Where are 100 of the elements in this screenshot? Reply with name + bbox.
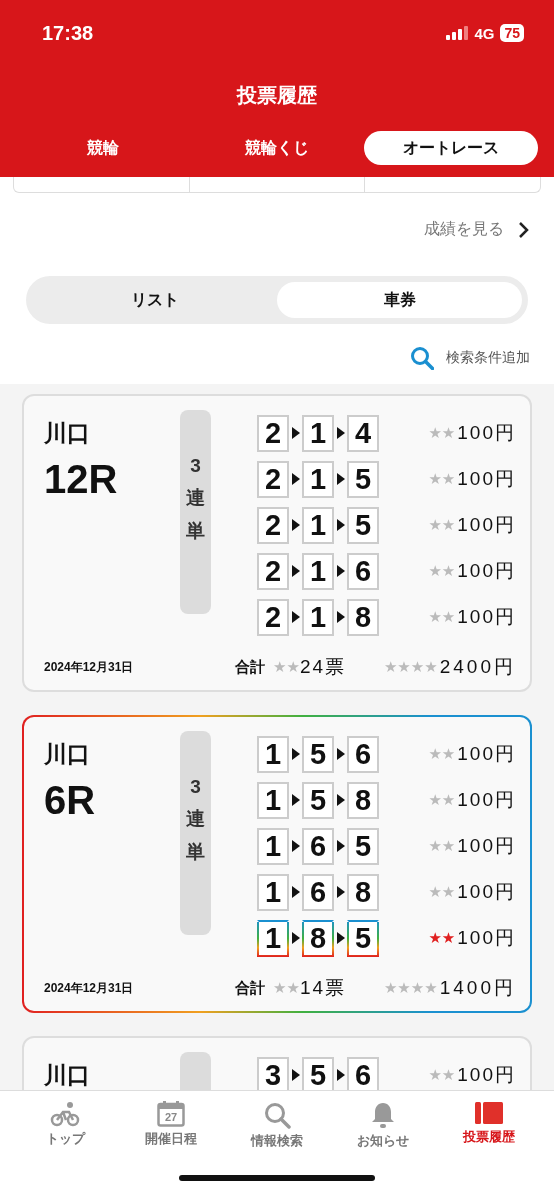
race-date: 2024年12月31日 (44, 979, 135, 997)
masked-stars: ★★ (428, 516, 456, 534)
number-box: 1 (302, 460, 334, 498)
toggle-option[interactable]: リスト (32, 282, 277, 318)
search-filter-link[interactable]: 検索条件追加 (446, 349, 530, 367)
arrow-icon (334, 472, 347, 486)
number-box: 5 (347, 827, 379, 865)
nav-tab[interactable]: 情報検索 (224, 1101, 330, 1150)
arrow-icon (334, 518, 347, 532)
arrow-icon (334, 931, 347, 945)
network-label: 4G (474, 24, 495, 42)
number-box: 5 (347, 919, 379, 957)
number-box: 1 (257, 735, 289, 773)
nav-tab[interactable]: お知らせ (330, 1101, 436, 1150)
number-box: 2 (257, 460, 289, 498)
number-box: 1 (257, 827, 289, 865)
arrow-icon (289, 885, 302, 899)
number-box: 8 (347, 873, 379, 911)
ticket-icon (475, 1101, 503, 1125)
masked-stars: ★★ (428, 608, 456, 626)
bet-amount: 100円 (457, 880, 516, 904)
ticket-card[interactable]: 川口 6R 3連単 1 5 6 ★★100円 1 5 8 ★★100円 1 6 5 ★★100円 1 6 8 ★★100円 1 8 5 ★★100円 2024年12月31日 合計 ★★14票 ★★★★1400円 (22, 715, 532, 1013)
nav-label: 投票履歴 (463, 1128, 515, 1146)
number-box: 1 (257, 781, 289, 819)
chevron-right-icon (518, 220, 530, 239)
arrow-icon (289, 472, 302, 486)
number-box: 4 (347, 414, 379, 452)
venue-name: 川口 (44, 1061, 91, 1090)
calendar-icon: 27 (157, 1101, 185, 1127)
search-icon (263, 1101, 291, 1129)
results-link[interactable]: 成績を見る (424, 219, 504, 240)
number-box: 6 (302, 873, 334, 911)
ticket-card[interactable]: 川口 3 5 6 ★★100円 (22, 1036, 532, 1090)
masked-stars: ★★ (273, 979, 300, 997)
bet-type-badge: 3連単 (180, 731, 211, 935)
bell-icon (370, 1101, 396, 1129)
arrow-icon (334, 426, 347, 440)
bet-amount: 100円 (457, 926, 516, 950)
arrow-icon (289, 1068, 302, 1082)
masked-stars: ★★★★ (383, 979, 438, 997)
masked-stars: ★★ (428, 929, 456, 947)
masked-stars: ★★ (428, 883, 456, 901)
arrow-icon (289, 564, 302, 578)
number-box: 5 (347, 506, 379, 544)
category-tab[interactable]: オートレース (364, 131, 538, 165)
category-tab[interactable]: 競輪くじ (190, 131, 364, 165)
arrow-icon (289, 747, 302, 761)
arrow-icon (334, 1068, 347, 1082)
arrow-icon (289, 931, 302, 945)
bet-amount: 100円 (457, 467, 516, 491)
number-box: 1 (302, 414, 334, 452)
toggle-option[interactable]: 車券 (277, 282, 522, 318)
status-time: 17:38 (42, 21, 95, 45)
arrow-icon (289, 839, 302, 853)
number-box: 2 (257, 414, 289, 452)
number-box: 2 (257, 506, 289, 544)
search-icon (410, 346, 434, 370)
bet-amount: 100円 (457, 513, 516, 537)
nav-tab[interactable]: トップ (12, 1101, 118, 1150)
signal-icon (446, 26, 469, 40)
page-title: 投票履歴 (235, 83, 318, 108)
number-box: 6 (347, 552, 379, 590)
number-box: 8 (302, 919, 334, 957)
number-box: 3 (257, 1056, 289, 1090)
bet-type-badge: 3連単 (180, 410, 211, 614)
number-box: 1 (257, 919, 289, 957)
bet-amount: 100円 (457, 605, 516, 629)
race-number: 12R (44, 457, 119, 502)
arrow-icon (334, 885, 347, 899)
number-box: 5 (302, 735, 334, 773)
nav-label: 開催日程 (145, 1130, 197, 1148)
number-box: 2 (257, 598, 289, 636)
arrow-icon (334, 839, 347, 853)
bet-amount: 100円 (457, 788, 516, 812)
masked-stars: ★★ (428, 837, 456, 855)
race-number: 6R (44, 778, 97, 823)
bet-amount: 100円 (457, 559, 516, 583)
battery-icon: 75 (500, 24, 524, 42)
arrow-icon (334, 564, 347, 578)
masked-stars: ★★ (428, 424, 456, 442)
bet-amount: 100円 (457, 834, 516, 858)
masked-stars: ★★ (428, 1066, 456, 1084)
number-box: 6 (302, 827, 334, 865)
venue-name: 川口 (44, 740, 91, 769)
number-box: 1 (257, 873, 289, 911)
masked-stars: ★★ (428, 470, 456, 488)
ticket-card[interactable]: 川口 12R 3連単 2 1 4 ★★100円 2 1 5 ★★100円 2 1 5 ★★100円 2 1 6 ★★100円 2 1 8 ★★100円 2024年12月31日 合計 ★★24票 ★★★★2400円 (22, 394, 532, 692)
bet-amount: 100円 (457, 1063, 516, 1087)
number-box: 1 (302, 598, 334, 636)
number-box: 8 (347, 598, 379, 636)
number-box: 1 (302, 552, 334, 590)
number-box: 2 (257, 552, 289, 590)
nav-tab[interactable]: 27 開催日程 (118, 1101, 224, 1150)
nav-tab[interactable]: 投票履歴 (436, 1101, 542, 1150)
ticket-count: 14票 (299, 976, 347, 1000)
venue-name: 川口 (44, 419, 91, 448)
category-tab[interactable]: 競輪 (16, 131, 190, 165)
masked-stars: ★★ (273, 658, 300, 676)
number-box: 6 (347, 1056, 379, 1090)
arrow-icon (334, 747, 347, 761)
